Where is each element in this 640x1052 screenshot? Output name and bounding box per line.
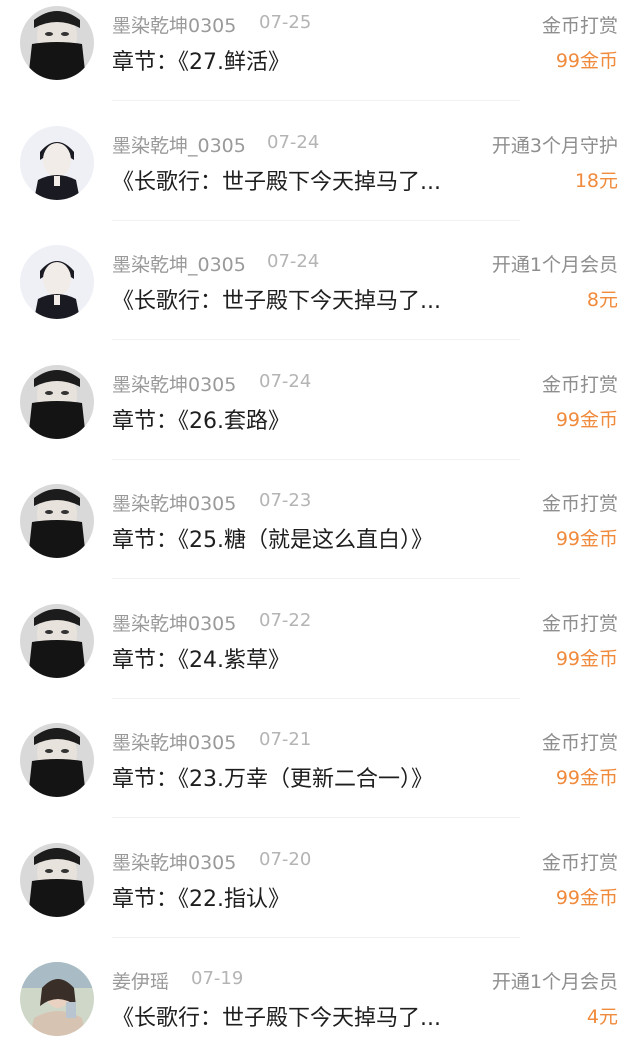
masked-man-avatar[interactable] (20, 842, 94, 917)
date: 07-22 (259, 609, 312, 631)
reward-record-list: 墨染乾坤0305 07-25 章节：《27.鲜活》 金币打赏 99金币 墨染乾坤… (0, 0, 640, 1052)
date: 07-24 (267, 251, 320, 272)
transaction-type: 金币打赏 (541, 15, 618, 37)
item-title: 章节：《26.套路》 (112, 408, 290, 434)
young-man-portrait-avatar[interactable] (20, 125, 94, 200)
username: 墨染乾坤0305 (112, 851, 237, 874)
date: 07-25 (259, 12, 312, 33)
amount: 99金币 (555, 767, 618, 789)
divider (112, 817, 520, 818)
divider (112, 100, 520, 101)
masked-man-avatar[interactable] (20, 603, 94, 678)
list-item[interactable]: 墨染乾坤_0305 07-24 《长歌行：世子殿下今天掉马了... 开通1个月会… (0, 239, 640, 359)
amount: 99金币 (555, 886, 618, 909)
username: 墨染乾坤_0305 (112, 134, 246, 157)
divider (112, 458, 520, 460)
divider (112, 936, 520, 938)
item-title: 《长歌行：世子殿下今天掉马了... (112, 1006, 441, 1031)
list-item[interactable]: 墨染乾坤0305 07-23 章节：《25.糖（就是这么直白）》 金币打赏 99… (0, 478, 640, 598)
item-title: 章节：《25.糖（就是这么直白）》 (112, 528, 433, 553)
username: 姜伊瑶 (112, 971, 170, 993)
item-title: 章节：《27.鲜活》 (112, 50, 290, 75)
username: 墨染乾坤0305 (112, 15, 237, 37)
young-man-portrait-avatar[interactable] (20, 245, 94, 319)
date: 07-20 (259, 848, 312, 870)
date: 07-24 (259, 370, 312, 392)
date: 07-24 (267, 131, 320, 153)
transaction-type: 开通1个月会员 (491, 971, 618, 993)
date: 07-21 (259, 729, 312, 750)
transaction-type: 开通3个月守护 (491, 134, 618, 157)
transaction-type: 金币打赏 (541, 493, 618, 515)
username: 墨染乾坤0305 (112, 493, 237, 515)
item-title: 章节：《24.紫草》 (112, 647, 290, 673)
list-item[interactable]: 墨染乾坤0305 07-22 章节：《24.紫草》 金币打赏 99金币 (0, 598, 640, 718)
transaction-type: 金币打赏 (541, 612, 618, 635)
item-title: 《长歌行：世子殿下今天掉马了... (112, 169, 441, 195)
divider (112, 578, 520, 579)
divider (112, 697, 520, 699)
list-item[interactable]: 墨染乾坤0305 07-20 章节：《22.指认》 金币打赏 99金币 (0, 837, 640, 957)
masked-man-avatar[interactable] (20, 723, 94, 797)
username: 墨染乾坤0305 (112, 732, 237, 754)
woman-photo-avatar[interactable] (20, 962, 94, 1036)
amount: 99金币 (555, 50, 618, 72)
amount: 99金币 (555, 647, 618, 670)
date: 07-23 (259, 490, 312, 511)
transaction-type: 金币打赏 (541, 373, 618, 396)
list-item[interactable]: 墨染乾坤0305 07-21 章节：《23.万幸（更新二合一）》 金币打赏 99… (0, 717, 640, 837)
item-title: 章节：《23.万幸（更新二合一）》 (112, 767, 433, 792)
amount: 8元 (586, 289, 618, 311)
transaction-type: 金币打赏 (541, 851, 618, 874)
list-item[interactable]: 姜伊瑶 07-19 《长歌行：世子殿下今天掉马了... 开通1个月会员 4元 (0, 956, 640, 1052)
list-item[interactable]: 墨染乾坤0305 07-25 章节：《27.鲜活》 金币打赏 99金币 (0, 0, 640, 120)
item-title: 《长歌行：世子殿下今天掉马了... (112, 289, 441, 314)
masked-man-avatar[interactable] (20, 364, 94, 439)
transaction-type: 开通1个月会员 (491, 254, 618, 276)
username: 墨染乾坤_0305 (112, 254, 246, 276)
transaction-type: 金币打赏 (541, 732, 618, 754)
amount: 99金币 (555, 528, 618, 550)
amount: 18元 (574, 169, 618, 192)
masked-man-avatar[interactable] (20, 6, 94, 80)
username: 墨染乾坤0305 (112, 612, 237, 635)
masked-man-avatar[interactable] (20, 484, 94, 558)
date: 07-19 (191, 968, 244, 989)
list-item[interactable]: 墨染乾坤_0305 07-24 《长歌行：世子殿下今天掉马了... 开通3个月守… (0, 120, 640, 240)
amount: 99金币 (555, 408, 618, 431)
divider (112, 339, 520, 340)
divider (112, 219, 520, 221)
list-item[interactable]: 墨染乾坤0305 07-24 章节：《26.套路》 金币打赏 99金币 (0, 359, 640, 479)
item-title: 章节：《22.指认》 (112, 886, 290, 912)
amount: 4元 (586, 1006, 618, 1028)
username: 墨染乾坤0305 (112, 373, 237, 396)
